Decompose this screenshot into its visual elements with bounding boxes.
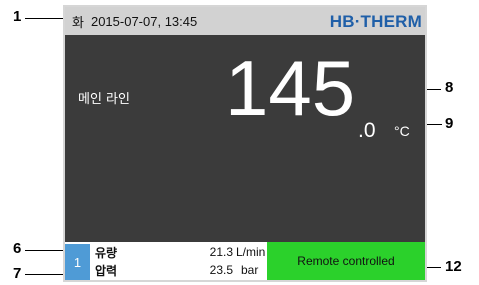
device-screen: 화 2015-07-07, 13:45 HB·THERM 메인 라인 145 .… xyxy=(63,5,427,282)
status-bar: 화 2015-07-07, 13:45 HB·THERM xyxy=(65,7,425,35)
callout-6-leader xyxy=(25,250,65,251)
flow-unit: L/min xyxy=(236,245,266,259)
flow-row: 유량 21.3 L/min xyxy=(95,243,267,261)
flow-label: 유량 xyxy=(95,245,118,260)
main-line-label: 메인 라인 xyxy=(78,92,130,107)
pressure-row: 압력 23.5 bar xyxy=(95,261,267,279)
temperature-value: 145 xyxy=(225,44,356,132)
flow-value: 21.3 xyxy=(209,245,233,259)
pressure-label: 압력 xyxy=(95,263,118,278)
callout-7: 7 xyxy=(13,265,22,282)
remote-status-badge: Remote controlled xyxy=(267,242,425,280)
temperature-decimal: .0 xyxy=(358,119,376,142)
callout-1: 1 xyxy=(13,8,22,25)
pressure-unit: bar xyxy=(241,263,259,277)
callout-7-leader xyxy=(25,274,65,275)
temperature-unit: °C xyxy=(394,123,410,139)
callout-6: 6 xyxy=(13,240,22,257)
weekday-label: 화 xyxy=(72,15,84,31)
callout-1-leader xyxy=(25,18,65,19)
callout-8: 8 xyxy=(445,79,454,96)
pressure-value: 23.5 xyxy=(209,263,233,277)
callout-9: 9 xyxy=(445,115,454,132)
bottom-panel: 1 유량 21.3 L/min 압력 23.5 bar Remote contr… xyxy=(65,242,425,280)
brand-logo: HB·THERM xyxy=(329,12,422,31)
channel-indicator[interactable]: 1 xyxy=(65,244,90,280)
callout-12: 12 xyxy=(445,258,462,275)
datetime-label: 2015-07-07, 13:45 xyxy=(90,13,198,29)
